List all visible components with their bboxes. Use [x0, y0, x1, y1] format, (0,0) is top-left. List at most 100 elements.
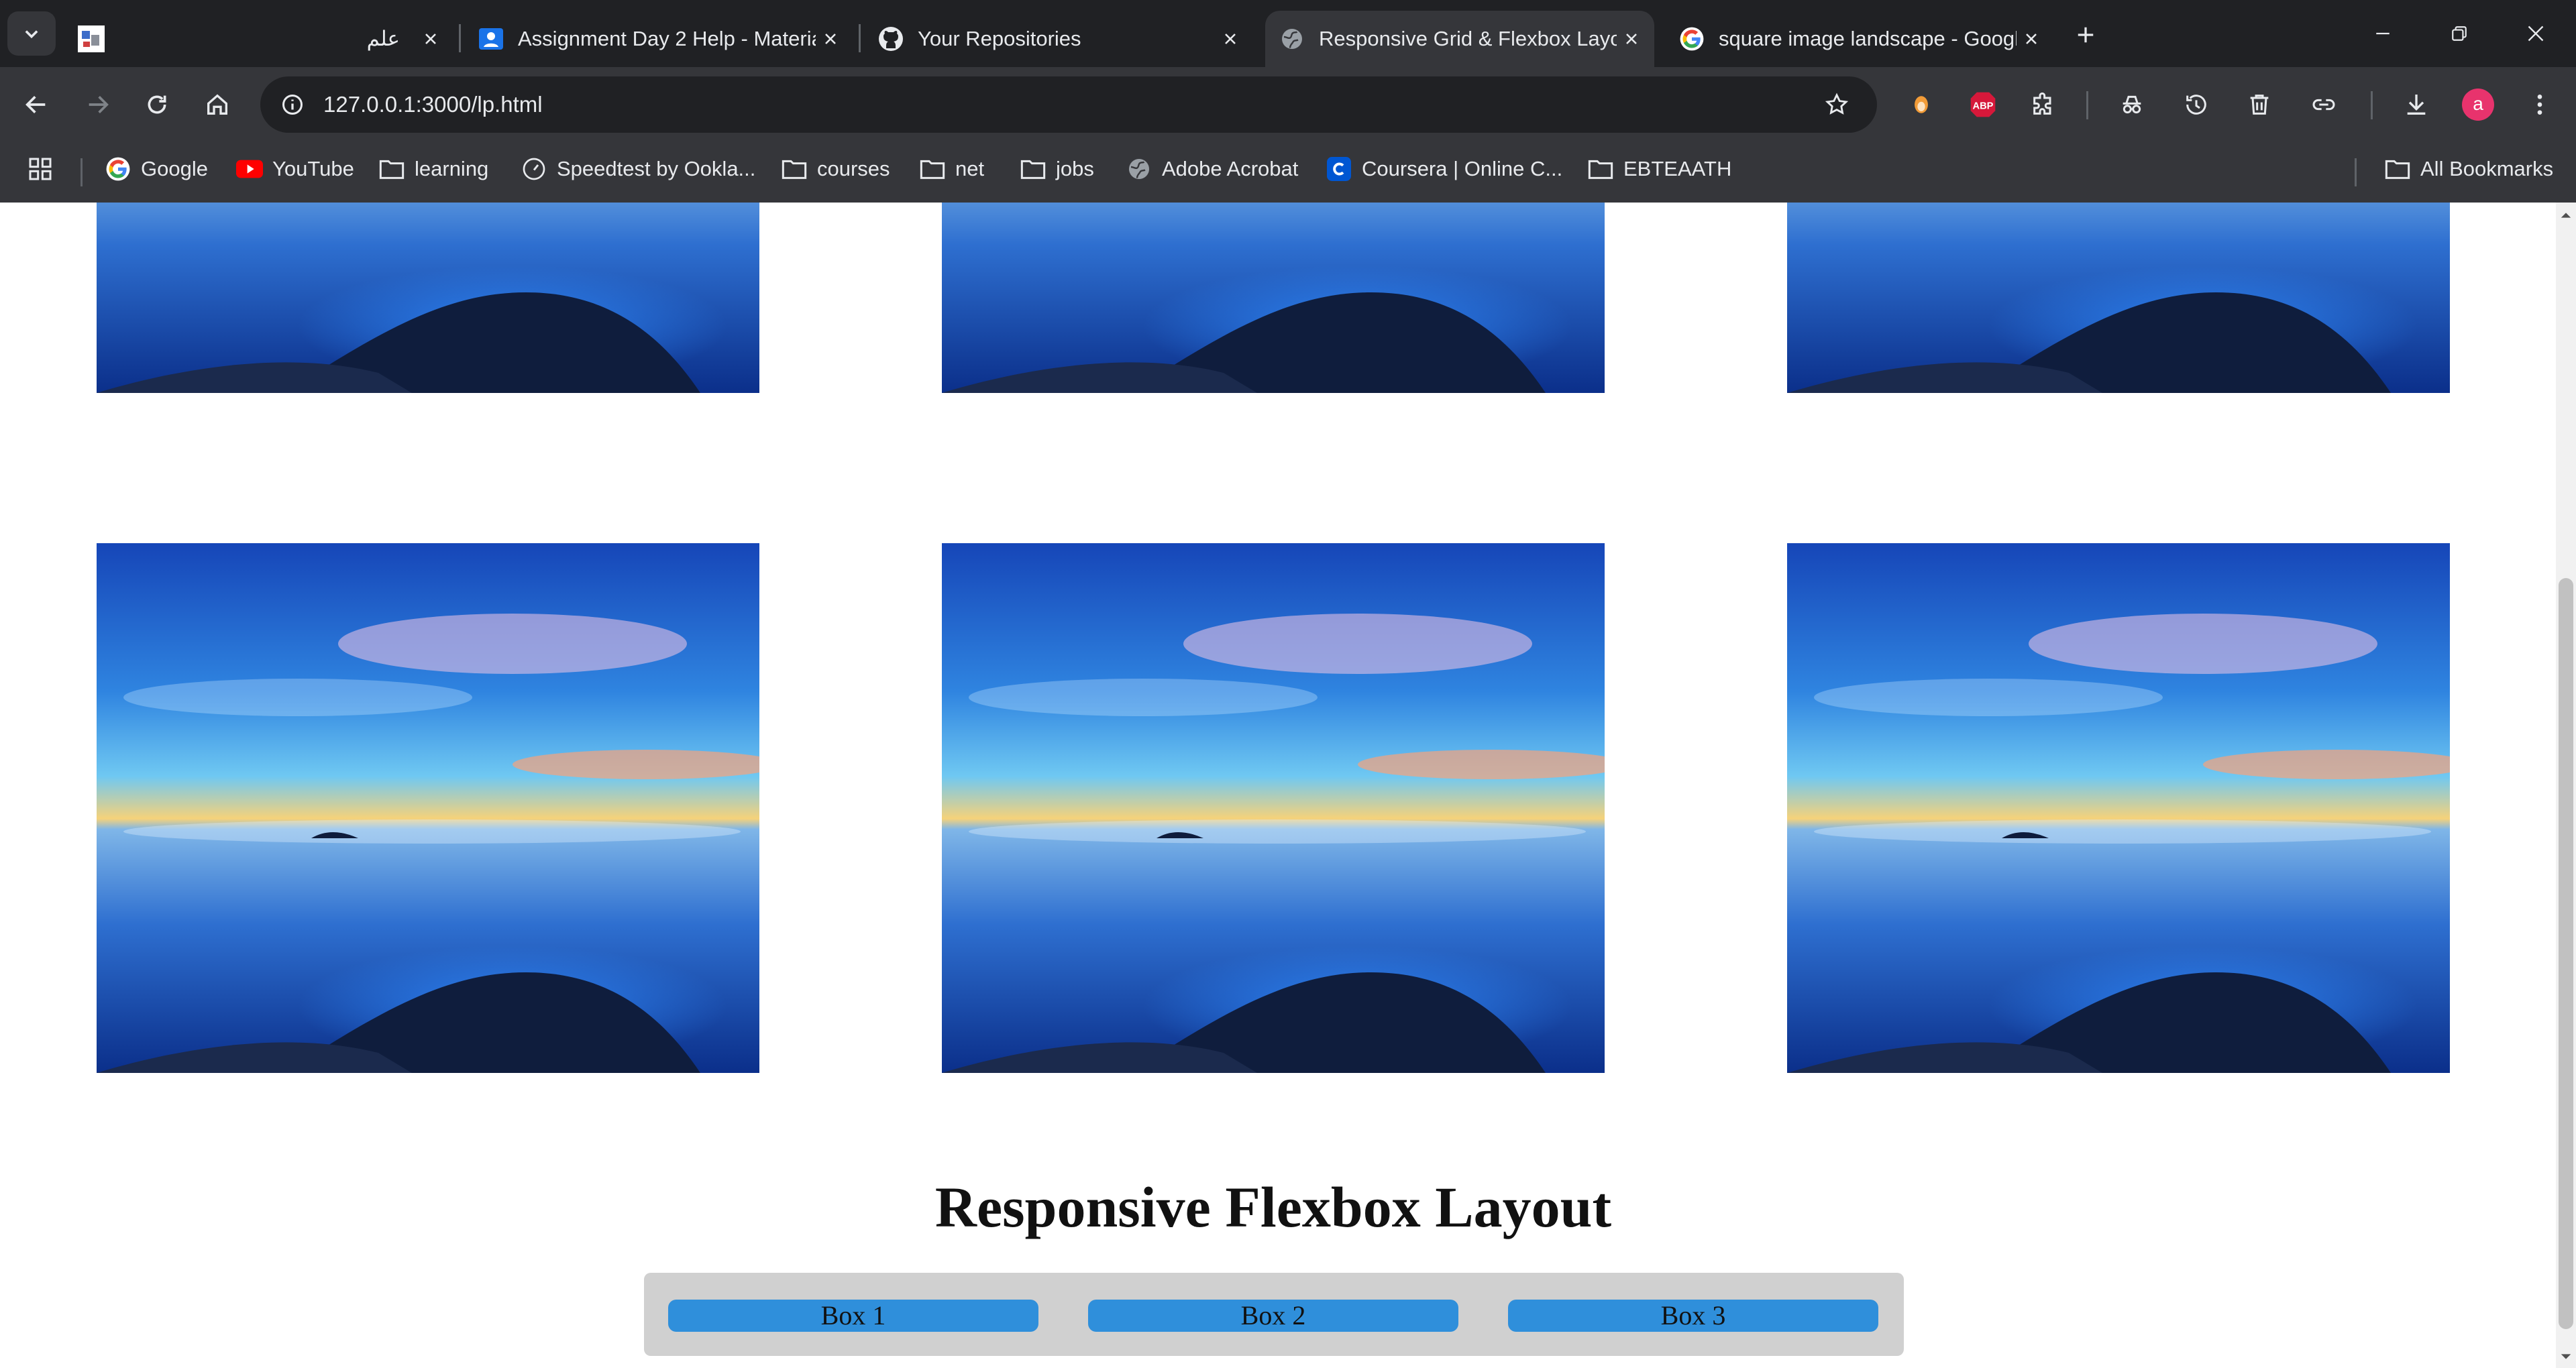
minimize-button[interactable]	[2345, 0, 2420, 67]
incognito-spy-icon[interactable]	[2109, 82, 2155, 127]
download-button[interactable]	[2394, 82, 2439, 127]
grid-image-4	[97, 543, 759, 1073]
bookmarks-separator	[2355, 158, 2357, 186]
apps-button[interactable]	[27, 149, 54, 189]
restore-button[interactable]	[2422, 0, 2497, 67]
bookmark-speedtest[interactable]: Speedtest by Ookla...	[521, 149, 755, 189]
forward-button[interactable]	[75, 82, 121, 127]
arrow-left-icon	[25, 96, 46, 113]
bookmark-ebteaath[interactable]: EBTEAATH	[1587, 149, 1731, 189]
chevron-down-icon	[25, 30, 38, 39]
all-bookmarks-button[interactable]: All Bookmarks	[2384, 149, 2553, 189]
arrow-right-icon	[89, 96, 109, 113]
tab-1[interactable]: Assignment Day 2 Help - Material	[464, 11, 853, 67]
tab-2[interactable]: Your Repositories	[864, 11, 1253, 67]
bookmark-coursera[interactable]: Coursera | Online C...	[1326, 149, 1562, 189]
avatar-initial: a	[2462, 89, 2494, 121]
close-icon[interactable]	[416, 24, 445, 54]
menu-button[interactable]	[2517, 82, 2563, 127]
globe-icon	[1279, 25, 1305, 52]
bookmark-jobs[interactable]: jobs	[1020, 149, 1094, 189]
abp-icon[interactable]: ABP	[1960, 82, 2006, 127]
github-icon	[877, 25, 904, 52]
google-icon	[1678, 25, 1705, 52]
bookmark-youtube[interactable]: YouTube	[236, 149, 354, 189]
ocean-landscape-image	[1787, 543, 2450, 1073]
trash-icon[interactable]	[2237, 82, 2282, 127]
bookmark-net[interactable]: net	[919, 149, 984, 189]
bookmark-label: jobs	[1056, 157, 1094, 180]
all-bookmarks-label: All Bookmarks	[2420, 157, 2554, 180]
scroll-down-arrow-icon[interactable]	[2560, 1351, 2572, 1363]
close-icon[interactable]	[2017, 24, 2046, 54]
tab-4[interactable]: square image landscape - Google Search	[1665, 11, 2054, 67]
site-info-icon[interactable]	[274, 86, 311, 123]
folder-icon	[1587, 156, 1614, 182]
globe-icon	[1126, 156, 1152, 182]
tab-title: Responsive Grid & Flexbox Layout	[1319, 27, 1617, 50]
bookmark-label: Adobe Acrobat	[1162, 157, 1299, 180]
close-window-button[interactable]	[2498, 0, 2573, 67]
folder-icon	[2384, 156, 2411, 182]
vertical-scrollbar[interactable]	[2556, 203, 2576, 1368]
new-tab-button[interactable]	[2066, 17, 2105, 52]
address-bar[interactable]: 127.0.0.1:3000/lp.html	[260, 76, 1877, 133]
bookmark-google[interactable]: Google	[105, 149, 208, 189]
tab-search-button[interactable]	[7, 11, 56, 56]
back-button[interactable]	[13, 82, 59, 127]
history-icon[interactable]	[2174, 82, 2219, 127]
folder-icon	[378, 156, 405, 182]
bookmark-star-icon[interactable]	[1818, 86, 1856, 123]
home-icon	[207, 94, 227, 115]
page-viewport: Responsive Flexbox Layout Box 1 Box 2 Bo…	[0, 203, 2556, 1368]
bookmark-adobe-acrobat[interactable]: Adobe Acrobat	[1126, 149, 1298, 189]
folder-icon	[1020, 156, 1046, 182]
tab-0[interactable]: علم	[64, 11, 453, 67]
browser-toolbar: 127.0.0.1:3000/lp.html ABP a	[0, 67, 2576, 142]
close-icon	[2528, 25, 2544, 42]
restore-icon	[2452, 26, 2467, 41]
page-title: Responsive Flexbox Layout	[934, 1175, 1612, 1239]
bookmark-label: YouTube	[272, 157, 354, 180]
bookmark-label: EBTEAATH	[1623, 157, 1732, 180]
plus-icon	[2078, 27, 2094, 43]
tab-title: Assignment Day 2 Help - Material	[518, 27, 816, 50]
close-icon[interactable]	[1617, 24, 1646, 54]
bookmark-courses[interactable]: courses	[781, 149, 890, 189]
ocean-landscape-image	[942, 543, 1605, 1073]
tab-separator	[859, 24, 861, 52]
home-button[interactable]	[195, 82, 240, 127]
puzzle-icon[interactable]	[2021, 82, 2066, 127]
google-icon	[105, 156, 131, 182]
tab-separator	[459, 24, 461, 52]
svg-text:ABP: ABP	[1973, 101, 1994, 111]
bookmarks-bar: Google YouTube learning Speedtest by Ook…	[0, 142, 2576, 203]
ocean-landscape-image	[942, 203, 1605, 393]
reload-button[interactable]	[134, 82, 180, 127]
bookmark-learning[interactable]: learning	[378, 149, 488, 189]
close-icon[interactable]	[816, 24, 845, 54]
flex-box-3: Box 3	[1508, 1300, 1878, 1332]
coursera-icon	[1326, 156, 1352, 182]
folder-icon	[781, 156, 808, 182]
close-icon[interactable]	[1216, 24, 1245, 54]
link-icon[interactable]	[2301, 82, 2347, 127]
flex-box-2: Box 2	[1088, 1300, 1458, 1332]
grid-image-3	[1787, 203, 2450, 393]
tab-strip: علم Assignment Day 2 Help - Material You…	[0, 0, 2576, 67]
profile-avatar[interactable]: a	[2455, 82, 2501, 127]
scroll-up-arrow-icon[interactable]	[2560, 209, 2572, 221]
bookmark-label: net	[955, 157, 985, 180]
grid-image-5	[942, 543, 1605, 1073]
ocean-landscape-image	[1787, 203, 2450, 393]
tab-3-active[interactable]: Responsive Grid & Flexbox Layout	[1265, 11, 1654, 67]
bookmark-label: Google	[141, 157, 208, 180]
extension-orange-icon[interactable]	[1898, 82, 1944, 127]
bookmarks-separator	[80, 158, 83, 186]
grid-image-1	[97, 203, 759, 393]
flex-box-1: Box 1	[668, 1300, 1038, 1332]
toolbar-separator	[2086, 91, 2088, 119]
bookmark-label: learning	[415, 157, 489, 180]
scrollbar-thumb[interactable]	[2559, 578, 2573, 1329]
bookmark-label: courses	[817, 157, 890, 180]
